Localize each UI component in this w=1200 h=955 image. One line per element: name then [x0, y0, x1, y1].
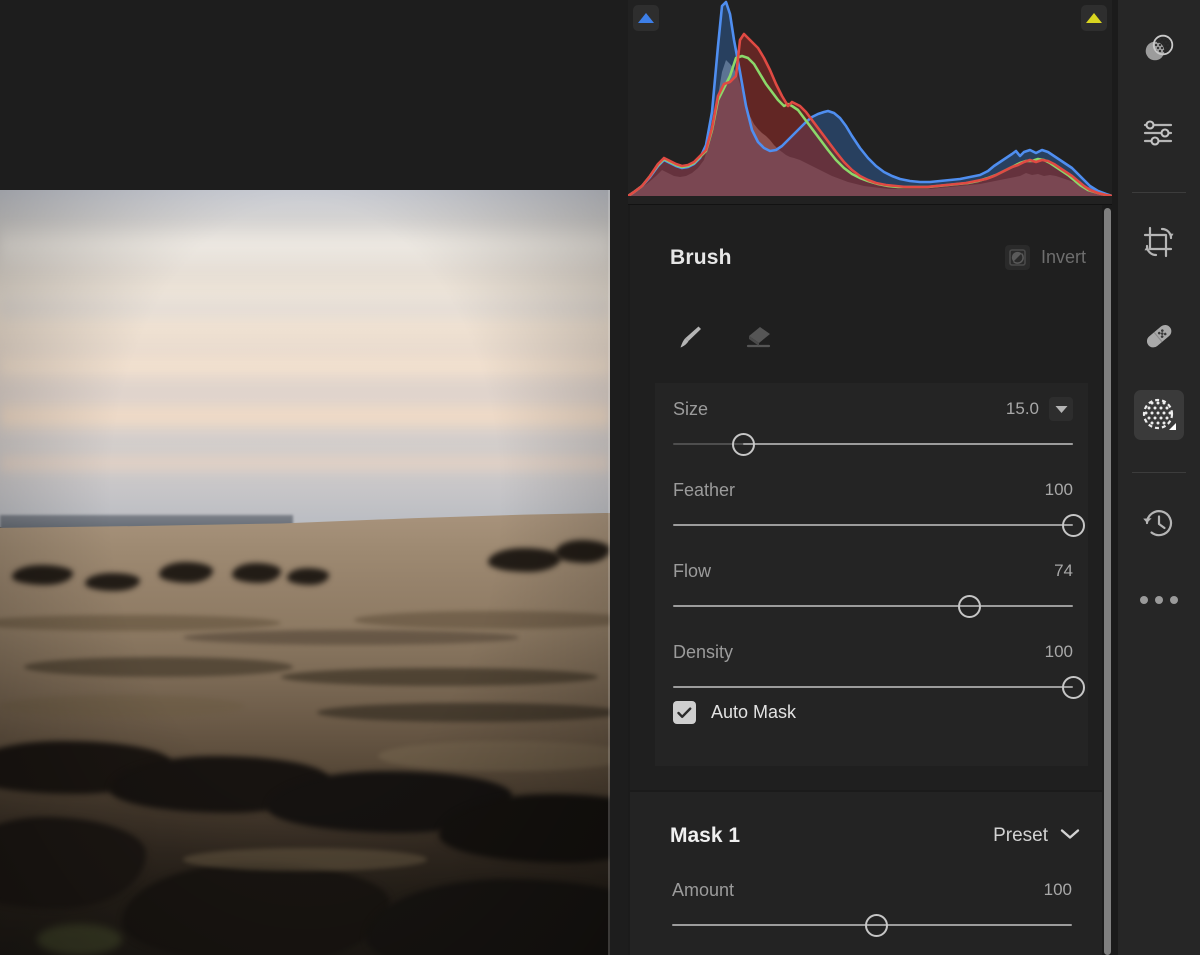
- canvas-area: [0, 0, 628, 955]
- slider-feather[interactable]: Feather 100: [673, 478, 1073, 538]
- slider-track: [743, 443, 1073, 445]
- slider-track: [673, 524, 1073, 526]
- chevron-down-icon: [1060, 827, 1080, 845]
- slider-value: 100: [1045, 480, 1073, 500]
- auto-mask-checkbox[interactable]: [673, 701, 696, 724]
- slider-label: Density: [673, 642, 733, 663]
- slider-thumb[interactable]: [1062, 676, 1085, 699]
- slider-value: 100: [1045, 642, 1073, 662]
- invert-icon: [1005, 245, 1030, 270]
- slider-track: [673, 686, 1073, 688]
- sidebar-item-history[interactable]: [1134, 499, 1184, 549]
- auto-mask-row[interactable]: Auto Mask: [673, 701, 796, 724]
- slider-density[interactable]: Density 100: [673, 640, 1073, 700]
- auto-mask-label: Auto Mask: [711, 702, 796, 723]
- histogram[interactable]: [628, 0, 1112, 205]
- slider-value: 100: [1044, 880, 1072, 900]
- sidebar-item-edit[interactable]: [1134, 108, 1184, 158]
- brush-section: Brush Invert: [630, 205, 1102, 790]
- presets-icon: [1142, 31, 1176, 65]
- toolbar-divider: [1132, 192, 1186, 193]
- mask-section-header: Mask 1 Preset: [670, 824, 1080, 848]
- brush-section-header: Brush Invert: [670, 245, 1086, 270]
- sidebar-item-masking[interactable]: [1134, 390, 1184, 440]
- section-title: Brush: [670, 246, 732, 270]
- panel-scroll-body: Brush Invert: [628, 205, 1112, 955]
- slider-thumb[interactable]: [958, 595, 981, 618]
- eraser-icon[interactable]: [738, 317, 778, 357]
- edit-icon: [1141, 116, 1177, 150]
- slider-flow[interactable]: Flow 74: [673, 559, 1073, 619]
- crop-icon: [1141, 224, 1177, 260]
- tool-rail: [1118, 0, 1200, 955]
- sidebar-item-healing[interactable]: [1134, 311, 1184, 361]
- slider-label: Amount: [672, 880, 734, 901]
- histogram-plot: [628, 0, 1112, 205]
- mask-title: Mask 1: [670, 824, 740, 848]
- more-icon: [1140, 596, 1178, 604]
- slider-value: 15.0: [1006, 399, 1039, 419]
- brush-slider-card: Size 15.0: [655, 383, 1088, 766]
- slider-amount[interactable]: Amount 100: [672, 878, 1072, 938]
- slider-size[interactable]: Size 15.0: [673, 397, 1073, 457]
- slider-thumb[interactable]: [865, 914, 888, 937]
- panel-scrollbar[interactable]: [1104, 208, 1111, 955]
- sidebar-item-crop[interactable]: [1134, 217, 1184, 267]
- sidebar-item-more[interactable]: [1134, 575, 1184, 625]
- brush-tool-row: [670, 317, 778, 357]
- mask-section: Mask 1 Preset Amount 100: [630, 792, 1102, 955]
- highlight-clipping-button[interactable]: [1081, 5, 1107, 31]
- slider-value: 74: [1054, 561, 1073, 581]
- chevron-down-icon[interactable]: [1049, 397, 1073, 421]
- photo-editor-window: Brush Invert: [0, 0, 1200, 955]
- photo-vignette: [0, 190, 610, 955]
- slider-thumb[interactable]: [732, 433, 755, 456]
- photo-edge: [608, 190, 610, 955]
- slider-label: Flow: [673, 561, 711, 582]
- healing-icon: [1141, 318, 1177, 354]
- slider-label: Size: [673, 399, 708, 420]
- invert-toggle[interactable]: Invert: [1005, 245, 1086, 270]
- triangle-up-icon: [1086, 13, 1102, 23]
- photo-preview[interactable]: [0, 190, 610, 955]
- triangle-up-icon: [638, 13, 654, 23]
- history-icon: [1141, 506, 1177, 542]
- shadow-clipping-button[interactable]: [633, 5, 659, 31]
- toolbar-divider: [1132, 472, 1186, 473]
- preset-dropdown[interactable]: Preset: [993, 825, 1080, 847]
- slider-track: [673, 605, 1073, 607]
- sidebar-item-presets[interactable]: [1134, 23, 1184, 73]
- slider-label: Feather: [673, 480, 735, 501]
- develop-panel: Brush Invert: [628, 0, 1118, 955]
- slider-thumb[interactable]: [1062, 514, 1085, 537]
- brush-icon[interactable]: [670, 317, 710, 357]
- masking-icon: [1141, 397, 1177, 433]
- invert-label: Invert: [1041, 247, 1086, 268]
- preset-label: Preset: [993, 825, 1048, 847]
